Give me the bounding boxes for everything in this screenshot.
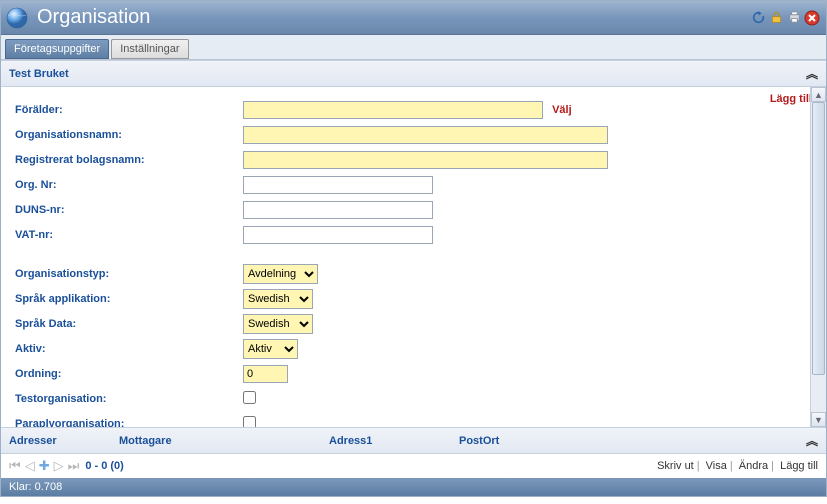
input-order[interactable] xyxy=(243,365,288,383)
refresh-icon[interactable] xyxy=(750,10,766,26)
pager-first-icon[interactable]: ⏮ xyxy=(9,458,21,474)
choose-parent-link[interactable]: Välj xyxy=(552,104,572,116)
label-duns: DUNS-nr: xyxy=(13,204,243,216)
print-icon[interactable] xyxy=(786,10,802,26)
tab-bar: Företagsuppgifter Inställningar xyxy=(1,35,826,60)
pager-text: 0 - 0 (0) xyxy=(85,460,124,472)
pager-row: ⏮ ◁ ✚ ▷ ⏭ 0 - 0 (0) Skriv ut| Visa| Ändr… xyxy=(1,454,826,478)
pager-last-icon[interactable]: ⏭ xyxy=(68,458,80,474)
action-edit[interactable]: Ändra xyxy=(739,460,768,472)
form-area: Lägg till Förälder: Välj Organisationsna… xyxy=(1,87,826,427)
titlebar: Organisation xyxy=(1,1,826,35)
globe-icon xyxy=(5,6,29,30)
section-title: Test Bruket xyxy=(9,68,69,80)
select-active[interactable]: Aktiv xyxy=(243,339,298,359)
label-langapp: Språk applikation: xyxy=(13,293,243,305)
checkbox-testorg[interactable] xyxy=(243,391,256,404)
pager-actions: Skriv ut| Visa| Ändra| Lägg till xyxy=(657,460,818,472)
label-umbrella: Paraplyorganisation: xyxy=(13,418,243,428)
tab-company-info[interactable]: Företagsuppgifter xyxy=(5,39,109,59)
tab-settings[interactable]: Inställningar xyxy=(111,39,188,59)
label-orgtype: Organisationstyp: xyxy=(13,268,243,280)
input-orgno[interactable] xyxy=(243,176,433,194)
input-regname[interactable] xyxy=(243,151,608,169)
label-orgno: Org. Nr: xyxy=(13,179,243,191)
address-header: Adresser Mottagare Adress1 PostOrt ︽ xyxy=(1,427,826,454)
select-langapp[interactable]: Swedish xyxy=(243,289,313,309)
collapse-address-icon[interactable]: ︽ xyxy=(806,432,818,449)
select-langdata[interactable]: Swedish xyxy=(243,314,313,334)
input-vat[interactable] xyxy=(243,226,433,244)
page-title: Organisation xyxy=(37,6,150,29)
input-parent[interactable] xyxy=(243,101,543,119)
label-orgname: Organisationsnamn: xyxy=(13,129,243,141)
action-show[interactable]: Visa xyxy=(706,460,727,472)
col-recipient: Mottagare xyxy=(119,435,329,447)
collapse-icon[interactable]: ︽ xyxy=(806,65,818,82)
label-vat: VAT-nr: xyxy=(13,229,243,241)
checkbox-umbrella[interactable] xyxy=(243,416,256,428)
scrollbar[interactable]: ▲ ▼ xyxy=(810,87,826,427)
pager-prev-icon[interactable]: ◁ xyxy=(25,458,35,474)
scroll-thumb[interactable] xyxy=(812,102,825,375)
input-orgname[interactable] xyxy=(243,126,608,144)
pager-next-icon[interactable]: ▷ xyxy=(54,458,64,474)
close-icon[interactable] xyxy=(804,10,820,26)
status-bar: Klar: 0.708 xyxy=(1,478,826,496)
window: Organisation Företagsuppgifter Inställni… xyxy=(0,0,827,497)
label-regname: Registrerat bolagsnamn: xyxy=(13,154,243,166)
section-header: Test Bruket ︽ xyxy=(1,60,826,87)
label-active: Aktiv: xyxy=(13,343,243,355)
pager-add-icon[interactable]: ✚ xyxy=(39,458,50,474)
scroll-up-icon[interactable]: ▲ xyxy=(811,87,826,102)
action-add[interactable]: Lägg till xyxy=(780,460,818,472)
action-print[interactable]: Skriv ut xyxy=(657,460,694,472)
col-addresses: Adresser xyxy=(9,435,119,447)
label-order: Ordning: xyxy=(13,368,243,380)
label-parent: Förälder: xyxy=(13,104,243,116)
col-address1: Adress1 xyxy=(329,435,459,447)
label-langdata: Språk Data: xyxy=(13,318,243,330)
lock-icon[interactable] xyxy=(768,10,784,26)
status-text: Klar: 0.708 xyxy=(9,481,62,493)
add-link[interactable]: Lägg till xyxy=(770,93,812,105)
input-duns[interactable] xyxy=(243,201,433,219)
col-postort: PostOrt xyxy=(459,435,806,447)
label-testorg: Testorganisation: xyxy=(13,393,243,405)
scroll-down-icon[interactable]: ▼ xyxy=(811,412,826,427)
select-orgtype[interactable]: Avdelning xyxy=(243,264,318,284)
